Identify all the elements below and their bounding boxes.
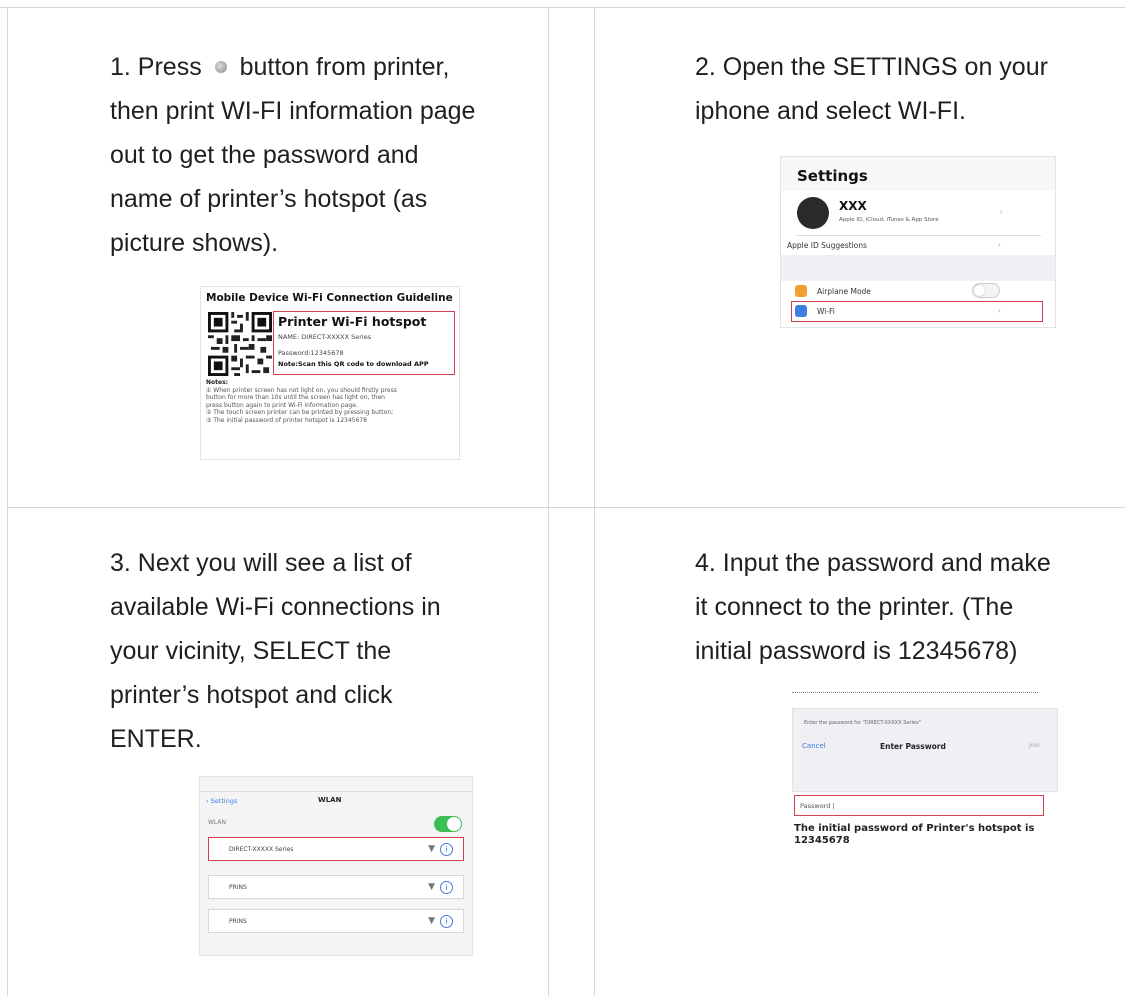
table-divider-left xyxy=(548,7,549,996)
wifi-icon xyxy=(795,305,807,317)
table-border-top xyxy=(0,7,1125,8)
toggle-knob xyxy=(974,285,985,296)
wifi-signal-icon: ▼ xyxy=(428,882,435,892)
step-1-cell: 1. Press button from printer, then print… xyxy=(110,45,540,265)
step-3-text: 3. Next you will see a list of available… xyxy=(110,541,540,761)
network-name: DIRECT-XXXXX Series xyxy=(229,846,294,853)
account-subtitle: Apple ID, iCloud, iTunes & App Store xyxy=(839,217,939,223)
step-1-text-before-icon: 1. Press xyxy=(110,53,202,81)
wlan-title: WLAN xyxy=(318,796,342,804)
password-prompt: Enter the password for "DIRECT-XXXXX Ser… xyxy=(804,720,921,726)
printer-button-icon xyxy=(214,61,227,73)
chevron-right-icon: › xyxy=(997,306,1001,315)
step-3-line-5: ENTER. xyxy=(110,725,202,753)
airplane-mode-toggle[interactable] xyxy=(972,283,1000,298)
network-row[interactable]: PRINS ▼ i xyxy=(208,875,464,899)
notes-heading: Notes: xyxy=(206,379,229,386)
step-2-text: 2. Open the SETTINGS on your iphone and … xyxy=(695,45,1115,133)
divider xyxy=(200,791,472,792)
hotspot-name: NAME: DIRECT-XXXXX Series xyxy=(278,333,372,341)
hotspot-heading: Printer Wi-Fi hotspot xyxy=(278,314,427,329)
hotspot-password: Password:12345678 xyxy=(278,349,344,357)
step-2-line-1: 2. Open the SETTINGS on your xyxy=(695,53,1048,81)
guideline-notes: Notes: ① When printer screen has not lig… xyxy=(206,379,397,424)
network-row-direct[interactable]: DIRECT-XXXXX Series ▼ i xyxy=(208,837,464,861)
initial-password-note: The initial password of Printer's hotspo… xyxy=(794,823,1035,846)
enter-password-title: Enter Password xyxy=(880,742,946,751)
step-3-line-4: printer’s hotspot and click xyxy=(110,681,393,709)
network-name: PRINS xyxy=(229,884,247,891)
qr-note: Note:Scan this QR code to download APP xyxy=(278,360,429,368)
step-2-line-2: iphone and select WI-FI. xyxy=(695,97,966,125)
cancel-button[interactable]: Cancel xyxy=(802,742,826,750)
apple-id-suggestions: Apple ID Suggestions xyxy=(787,241,867,250)
guideline-title: Mobile Device Wi-Fi Connection Guideline xyxy=(206,292,453,304)
info-icon[interactable]: i xyxy=(440,915,453,928)
cropped-text-line xyxy=(792,686,1038,693)
step-4-line-2: it connect to the printer. (The xyxy=(695,593,1014,621)
step-4-text: 4. Input the password and make it connec… xyxy=(695,541,1125,673)
info-icon[interactable]: i xyxy=(440,843,453,856)
enter-password-image: Enter the password for "DIRECT-XXXXX Ser… xyxy=(782,686,1058,862)
wlan-label: WLAN xyxy=(208,819,227,826)
step-1-line-4: picture shows). xyxy=(110,229,279,257)
wifi-signal-icon: ▼ xyxy=(428,916,435,926)
wifi-label: Wi-Fi xyxy=(817,307,835,316)
step-4-line-1: 4. Input the password and make xyxy=(695,549,1051,577)
section-gap xyxy=(781,255,1055,281)
network-row[interactable]: PRINS ▼ i xyxy=(208,909,464,933)
note-line: ③ The initial password of printer hotspo… xyxy=(206,416,367,424)
table-border-left xyxy=(7,7,8,996)
step-3-line-1: 3. Next you will see a list of xyxy=(110,549,412,577)
account-name: XXX xyxy=(839,199,867,213)
password-field-label: Password | xyxy=(800,802,835,810)
wifi-signal-icon: ▼ xyxy=(428,844,435,854)
step-1-text: 1. Press button from printer, then print… xyxy=(110,45,540,265)
step-3-line-3: your vicinity, SELECT the xyxy=(110,637,392,665)
note-line: press button again to print Wi-Fi inform… xyxy=(206,401,358,409)
step-3-cell: 3. Next you will see a list of available… xyxy=(110,541,540,761)
step-1-text-after-icon: button from printer, xyxy=(239,53,450,81)
note-line: ② The touch screen printer can be printe… xyxy=(206,409,394,416)
settings-title: Settings xyxy=(797,167,868,185)
step-1-line-0: 1. Press button from printer, xyxy=(110,45,540,89)
note-line: button for more than 10s until the scree… xyxy=(206,394,385,401)
wlan-list-image: ‹ Settings WLAN WLAN DIRECT-XXXXX Series… xyxy=(199,776,473,956)
avatar xyxy=(797,197,829,229)
table-divider-right xyxy=(594,7,595,996)
iphone-settings-image: Settings XXX Apple ID, iCloud, iTunes & … xyxy=(780,156,1056,328)
airplane-icon xyxy=(795,285,807,297)
divider xyxy=(797,235,1041,236)
network-name: PRINS xyxy=(229,918,247,925)
note-line: ① When printer screen has not light on, … xyxy=(206,386,397,394)
info-icon[interactable]: i xyxy=(440,881,453,894)
password-field[interactable]: Password | xyxy=(794,795,1044,816)
back-button[interactable]: ‹ Settings xyxy=(206,797,237,805)
step-1-line-1: then print WI-FI information page xyxy=(110,97,476,125)
step-3-line-2: available Wi-Fi connections in xyxy=(110,593,441,621)
airplane-mode-label: Airplane Mode xyxy=(817,287,871,296)
join-button[interactable]: Join xyxy=(1029,742,1040,749)
wlan-toggle[interactable] xyxy=(434,816,462,832)
wifi-guideline-image: Mobile Device Wi-Fi Connection Guideline… xyxy=(200,286,460,460)
chevron-right-icon: › xyxy=(997,240,1001,249)
step-1-line-2: out to get the password and xyxy=(110,141,419,169)
step-2-cell: 2. Open the SETTINGS on your iphone and … xyxy=(695,45,1115,133)
step-4-cell: 4. Input the password and make it connec… xyxy=(695,541,1125,673)
toggle-knob xyxy=(447,817,461,831)
step-4-line-3: initial password is 12345678) xyxy=(695,637,1018,665)
chevron-right-icon: › xyxy=(999,207,1003,216)
step-1-line-3: name of printer’s hotspot (as xyxy=(110,185,428,213)
table-row-divider xyxy=(7,507,1125,508)
hotspot-info-highlight: Printer Wi-Fi hotspot NAME: DIRECT-XXXXX… xyxy=(273,311,455,375)
qr-code-icon xyxy=(208,312,272,376)
